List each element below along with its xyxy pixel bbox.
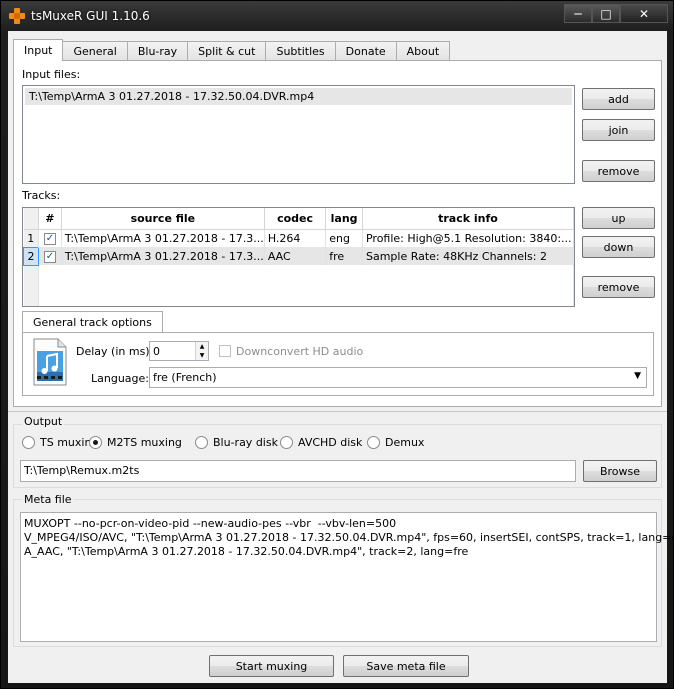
tab-blu-ray[interactable]: Blu-ray [126, 41, 189, 61]
col-header-info[interactable]: track info [362, 208, 574, 230]
track-options-panel: Delay (in ms): 0 ▲ ▼ Downconvert HD audio… [22, 332, 654, 396]
radio-blu-ray-disk[interactable]: Blu-ray disk [195, 436, 278, 449]
table-row[interactable]: 1 ✓ T:\Temp\ArmA 3 01.27.2018 - 17.3... … [23, 229, 574, 247]
track-lang: fre [325, 247, 363, 265]
delay-value: 0 [153, 345, 160, 358]
input-files-label: Input files: [22, 68, 81, 81]
track-enable-cell[interactable]: ✓ [38, 247, 62, 265]
row-header-corner [23, 208, 39, 230]
downconvert-checkbox[interactable] [219, 345, 231, 357]
tab-subtitles[interactable]: Subtitles [265, 41, 336, 61]
meta-file-text[interactable]: MUXOPT --no-pcr-on-video-pid --new-audio… [20, 512, 674, 642]
join-button[interactable]: join [582, 119, 655, 141]
row-header-empty [23, 265, 39, 306]
audio-file-icon [33, 338, 67, 386]
meta-line: V_MPEG4/ISO/AVC, "T:\Temp\ArmA 3 01.27.2… [24, 531, 674, 544]
delay-label: Delay (in ms): [76, 345, 154, 358]
track-codec: H.264 [264, 229, 327, 247]
language-value: fre (French) [153, 371, 217, 384]
tab-general-track-options[interactable]: General track options [22, 311, 163, 333]
row-number[interactable]: 1 [23, 229, 39, 247]
col-header-num[interactable]: # [38, 208, 62, 230]
down-button[interactable]: down [582, 236, 655, 258]
track-enable-checkbox[interactable]: ✓ [43, 233, 56, 246]
col-header-source[interactable]: source file [61, 208, 265, 230]
track-lang: eng [325, 229, 363, 247]
chevron-down-icon[interactable]: ▼ [634, 371, 641, 381]
app-window: tsMuxeR GUI 1.10.6 ─ □ ✕ Input General B… [0, 0, 674, 689]
language-select[interactable]: fre (French) ▼ [149, 367, 647, 388]
input-file-item[interactable]: T:\Temp\ArmA 3 01.27.2018 - 17.32.50.04.… [25, 88, 572, 105]
close-button[interactable]: ✕ [620, 4, 668, 23]
track-info: Profile: High@5.1 Resolution: 3840:... [362, 229, 574, 247]
maximize-button[interactable]: □ [592, 4, 620, 23]
window-title: tsMuxeR GUI 1.10.6 [31, 9, 150, 23]
add-button[interactable]: add [582, 88, 655, 110]
col-header-codec[interactable]: codec [264, 208, 327, 230]
row-number[interactable]: 2 [23, 246, 39, 266]
save-meta-file-button[interactable]: Save meta file [343, 655, 469, 677]
radio-m2ts-muxing[interactable]: M2TS muxing [89, 436, 182, 449]
input-files-list[interactable]: T:\Temp\ArmA 3 01.27.2018 - 17.32.50.04.… [22, 85, 575, 184]
tab-input[interactable]: Input [13, 39, 64, 61]
divider [8, 411, 667, 412]
track-enable-cell[interactable]: ✓ [38, 229, 62, 247]
tracks-header-row: # source file codec lang track info [23, 208, 574, 230]
remove-file-button[interactable]: remove [582, 160, 655, 182]
app-icon [9, 8, 25, 24]
output-path-input[interactable]: T:\Temp\Remux.m2ts [20, 460, 576, 482]
up-button[interactable]: up [582, 207, 655, 229]
track-info: Sample Rate: 48KHz Channels: 2 [362, 247, 574, 265]
empty-cell [38, 265, 574, 306]
track-source: T:\Temp\ArmA 3 01.27.2018 - 17.3... [61, 247, 265, 265]
track-source: T:\Temp\ArmA 3 01.27.2018 - 17.3... [61, 229, 265, 247]
tab-split-cut[interactable]: Split & cut [187, 41, 267, 61]
radio-ts-muxing[interactable]: TS muxing [22, 436, 98, 449]
start-muxing-button[interactable]: Start muxing [209, 655, 334, 677]
meta-line: A_AAC, "T:\Temp\ArmA 3 01.27.2018 - 17.3… [24, 545, 469, 558]
input-tab-panel: Input files: T:\Temp\ArmA 3 01.27.2018 -… [13, 60, 662, 407]
tab-about[interactable]: About [395, 41, 451, 61]
tab-general[interactable]: General [62, 41, 128, 61]
empty-row [23, 265, 574, 306]
client-area: Input General Blu-ray Split & cut Subtit… [8, 31, 674, 683]
output-label: Output [22, 415, 65, 428]
tab-donate[interactable]: Donate [334, 41, 397, 61]
meta-file-label: Meta file [22, 493, 74, 506]
radio-demux[interactable]: Demux [367, 436, 424, 449]
minimize-button[interactable]: ─ [564, 4, 592, 23]
delay-stepper[interactable]: 0 ▲ ▼ [149, 341, 209, 361]
browse-button[interactable]: Browse [583, 460, 657, 482]
track-enable-checkbox[interactable]: ✓ [43, 251, 56, 263]
spin-arrows[interactable]: ▲ ▼ [195, 342, 208, 360]
remove-track-button[interactable]: remove [582, 276, 655, 298]
main-tabs: Input General Blu-ray Split & cut Subtit… [13, 39, 451, 61]
tracks-table[interactable]: # source file codec lang track info 1 ✓ … [22, 207, 575, 307]
table-row[interactable]: 2 ✓ T:\Temp\ArmA 3 01.27.2018 - 17.3... … [23, 246, 574, 266]
language-label: Language: [91, 372, 149, 385]
downconvert-label: Downconvert HD audio [236, 345, 364, 358]
title-bar[interactable]: tsMuxeR GUI 1.10.6 ─ □ ✕ [1, 1, 673, 31]
radio-avchd-disk[interactable]: AVCHD disk [280, 436, 362, 449]
tracks-label: Tracks: [22, 189, 61, 202]
track-codec: AAC [264, 247, 327, 265]
meta-line: MUXOPT --no-pcr-on-video-pid --new-audio… [24, 517, 397, 530]
col-header-lang[interactable]: lang [325, 208, 363, 230]
